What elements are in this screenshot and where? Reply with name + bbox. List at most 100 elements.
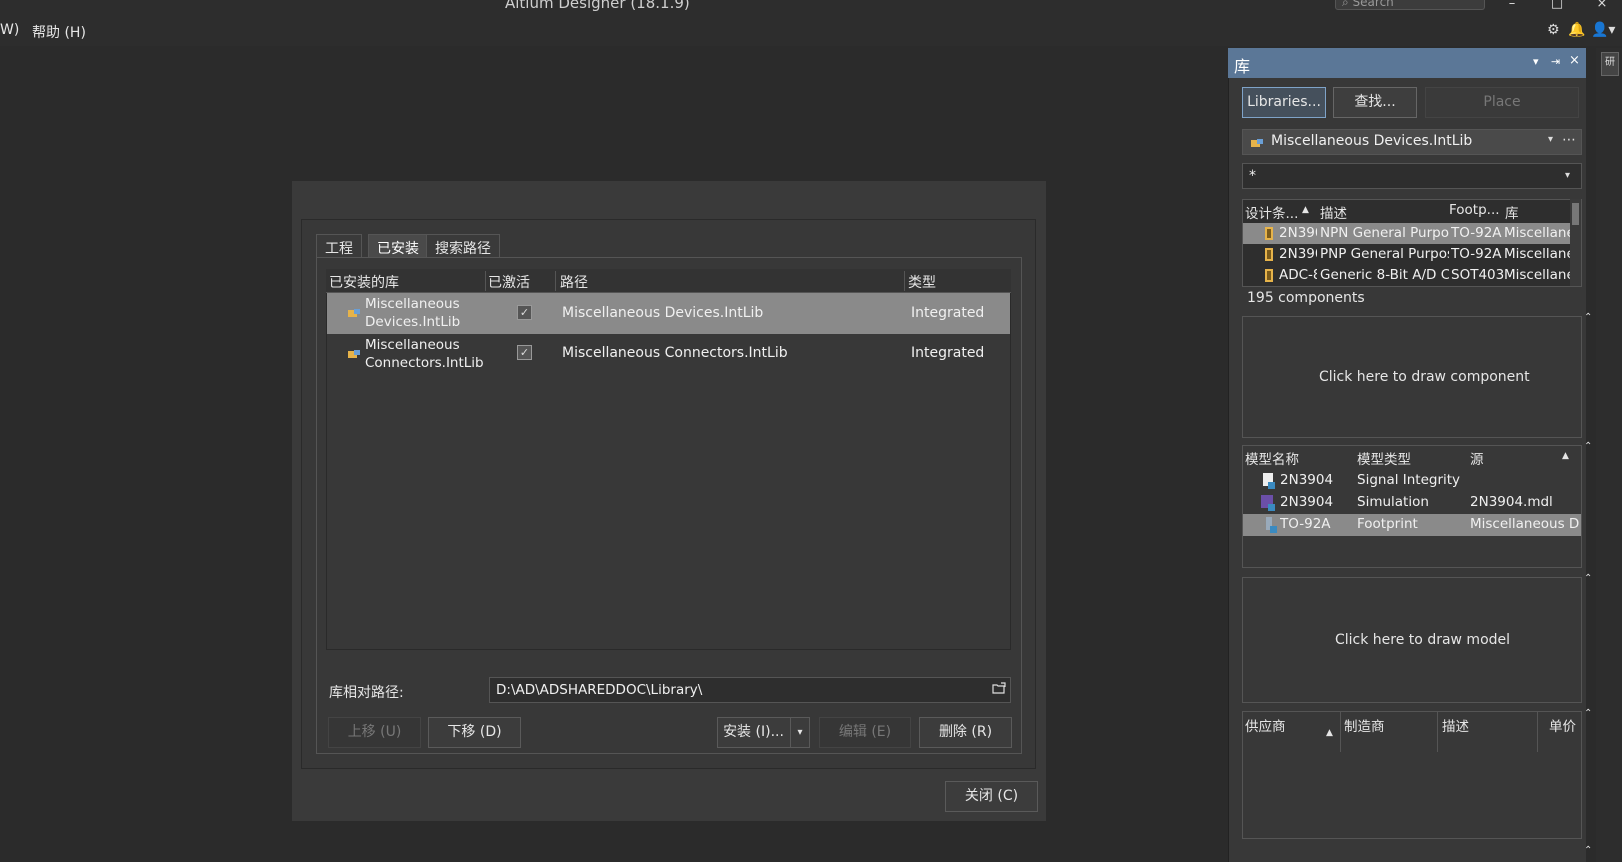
library-name-line2: Connectors.IntLib [365,355,484,371]
close-window-button[interactable]: × [1592,0,1612,11]
model-name: 2N3904 [1280,472,1334,488]
minimize-button[interactable]: – [1502,0,1522,11]
close-dialog-button[interactable]: 关闭 (C) [945,781,1038,812]
relative-path-label: 库相对路径: [329,685,404,701]
header-supplier-description[interactable]: 描述 [1442,715,1469,735]
component-filter-input[interactable]: * [1242,163,1582,189]
component-description: Generic 8-Bit A/D Co [1320,267,1449,283]
collapse-icon[interactable]: ⌃ [1584,708,1592,719]
suppliers-table [1242,711,1582,839]
search-icon: ⌕ [1342,0,1353,9]
header-supplier[interactable]: 供应商 [1245,715,1286,735]
menu-window[interactable]: W) [0,22,19,38]
notification-bell-icon[interactable]: 🔔 [1568,22,1585,38]
collapse-icon[interactable]: ⌃ [1584,573,1592,584]
component-row[interactable]: ADC-8 Generic 8-Bit A/D Co SOT403 Miscel… [1243,265,1570,286]
header-manufacturer[interactable]: 制造商 [1344,715,1385,735]
move-up-button[interactable]: 上移 (U) [328,717,421,748]
component-library: Miscellaneous [1504,246,1570,262]
simulation-model-icon [1261,495,1275,511]
move-down-button[interactable]: 下移 (D) [428,717,521,748]
header-footprint[interactable]: Footp... [1449,202,1500,218]
header-type[interactable]: 类型 [908,272,936,292]
header-design-item[interactable]: 设计条... [1245,202,1298,222]
draw-model-prompt[interactable]: Click here to draw model [1335,632,1510,648]
component-row[interactable]: 2N3904 NPN General Purpose TO-92A Miscel… [1243,223,1570,244]
install-dropdown-arrow[interactable]: ▾ [790,717,810,748]
collapse-icon[interactable]: ⌃ [1584,312,1592,323]
library-name-line1: Miscellaneous [365,337,460,353]
model-type: Simulation [1357,494,1429,510]
panel-pin-icon[interactable]: ⇥ [1551,55,1560,68]
model-type: Signal Integrity [1357,472,1461,488]
footprint-model-icon [1266,517,1277,533]
scrollbar-thumb[interactable] [1572,203,1579,225]
header-divider [904,271,905,291]
draw-component-prompt[interactable]: Click here to draw component [1319,369,1530,385]
component-footprint: SOT403 [1451,267,1505,283]
model-row[interactable]: 2N3904 Simulation 2N3904.mdl [1243,492,1581,514]
sort-ascending-icon: ▲ [1562,451,1569,461]
component-name: 2N3906 [1279,246,1317,262]
panel-title: 库 [1234,57,1251,76]
header-divider [555,271,556,291]
settings-gear-icon[interactable]: ⚙ [1547,22,1560,38]
component-description: NPN General Purpose [1320,225,1449,241]
header-installed-library[interactable]: 已安装的库 [329,272,399,292]
app-title: Altium Designer (18.1.9) [505,0,690,12]
tab-search-path[interactable]: 搜索路径 [426,234,500,258]
component-count: 195 components [1247,290,1365,306]
header-model-name[interactable]: 模型名称 [1245,448,1299,468]
header-unit-price[interactable]: 单价 [1549,715,1576,735]
model-row[interactable]: TO-92A Footprint Miscellaneous Devices [1243,514,1581,536]
integrated-library-icon [348,348,360,358]
user-account-icon[interactable]: 👤▾ [1591,22,1615,38]
menu-help[interactable]: 帮助 (H) [32,22,86,42]
library-path: Miscellaneous Connectors.IntLib [562,345,788,361]
collapse-icon[interactable]: ⌃ [1584,845,1592,856]
tab-project[interactable]: 工程 [316,234,362,258]
library-path: Miscellaneous Devices.IntLib [562,305,764,321]
side-tab-strip [1596,48,1622,862]
chevron-down-icon[interactable]: ▾ [1565,170,1570,181]
edit-button[interactable]: 编辑 (E) [819,717,911,748]
header-divider [1537,712,1538,752]
place-button[interactable]: Place [1425,87,1579,118]
collapse-icon[interactable]: ⌃ [1584,441,1592,452]
header-activated[interactable]: 已激活 [488,272,530,292]
delete-button[interactable]: 删除 (R) [919,717,1012,748]
library-select[interactable]: Miscellaneous Devices.IntLib [1242,129,1582,155]
components-scrollbar[interactable] [1570,199,1581,286]
search-button[interactable]: 查找... [1333,87,1417,118]
tab-installed[interactable]: 已安装 [368,234,428,258]
sort-ascending-icon: ▲ [1302,205,1309,215]
component-row[interactable]: 2N3906 PNP General Purpose TO-92A Miscel… [1243,244,1570,265]
panel-menu-icon[interactable]: ▾ [1533,55,1539,68]
library-type: Integrated [911,305,985,321]
libraries-button[interactable]: Libraries... [1242,87,1326,118]
header-divider [1437,712,1438,752]
search-placeholder: Search [1352,0,1394,9]
header-description[interactable]: 描述 [1320,202,1347,222]
header-source[interactable]: 源 [1470,448,1484,468]
library-type: Integrated [911,345,985,361]
relative-path-field[interactable]: D:\AD\ADSHAREDDOC\Library\ [489,677,1011,703]
activated-checkbox[interactable]: ✓ [517,345,532,360]
side-panel-tab[interactable]: 研 [1601,52,1619,76]
header-divider [485,271,486,291]
open-folder-icon[interactable] [992,682,1006,694]
integrated-library-icon [1251,137,1263,147]
header-path[interactable]: 路径 [560,272,588,292]
search-input[interactable]: ⌕ Search [1335,0,1485,10]
component-description: PNP General Purpose [1320,246,1449,262]
header-library[interactable]: 库 [1505,202,1519,222]
maximize-button[interactable]: □ [1547,0,1567,11]
chevron-down-icon[interactable]: ▾ [1548,134,1553,145]
model-row[interactable]: 2N3904 Signal Integrity [1243,470,1581,492]
more-options-icon[interactable]: ⋯ [1562,132,1576,148]
header-model-type[interactable]: 模型类型 [1357,448,1411,468]
model-type: Footprint [1357,516,1418,532]
activated-checkbox[interactable]: ✓ [517,305,532,320]
panel-close-icon[interactable]: × [1569,53,1580,68]
component-name: 2N3904 [1279,225,1317,241]
